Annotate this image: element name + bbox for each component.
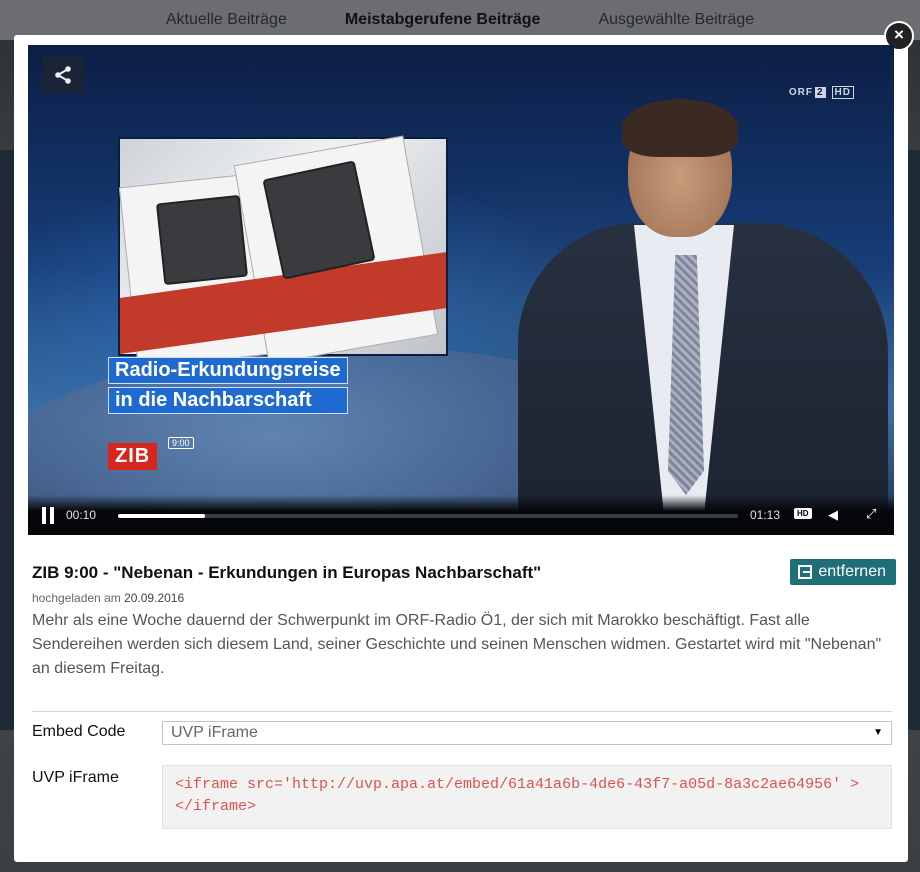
zib-logo: ZIB <box>108 443 158 470</box>
video-title: ZIB 9:00 - "Nebenan - Erkundungen in Eur… <box>32 563 542 582</box>
embed-code-label: Embed Code <box>32 723 126 740</box>
total-time: 01:13 <box>750 508 781 522</box>
hd-toggle-button[interactable]: HD <box>794 508 812 519</box>
background-nav: Aktuelle Beiträge Meistabgerufene Beiträ… <box>0 0 920 40</box>
share-icon <box>55 66 71 84</box>
lower-third-caption: Radio-Erkundungsreise in die Nachbarscha… <box>108 357 348 417</box>
embed-code-box[interactable]: <iframe src='http://uvp.apa.at/embed/61a… <box>162 765 892 829</box>
nav-item-ausgewaehlte[interactable]: Ausgewählte Beiträge <box>598 11 754 29</box>
remove-button-label: entfernen <box>818 563 886 580</box>
video-modal: × Radio-Erkundungsreise in die Nachbarsc… <box>14 21 914 862</box>
pause-button[interactable] <box>42 507 56 524</box>
remove-button[interactable]: entfernen <box>790 559 896 585</box>
divider <box>32 711 892 712</box>
background-side-right <box>906 150 920 730</box>
fullscreen-icon: ⤢ <box>866 506 877 521</box>
background-side-left <box>0 150 14 730</box>
speaker-icon: ◀ <box>828 507 838 522</box>
upload-date: hochgeladen am 20.09.2016 <box>32 591 185 605</box>
pause-icon <box>42 507 46 524</box>
nav-item-meistabgerufene[interactable]: Meistabgerufene Beiträge <box>345 11 541 29</box>
lower-third-line-1: Radio-Erkundungsreise <box>108 357 348 384</box>
volume-button[interactable]: ◀ <box>828 507 838 523</box>
news-anchor <box>478 99 894 535</box>
uvp-iframe-label: UVP iFrame <box>32 769 119 786</box>
channel-logo: ORF 2 HD <box>789 86 854 99</box>
lower-third-line-2: in die Nachbarschaft <box>108 387 348 414</box>
dropdown-arrow-icon: ▼ <box>873 727 883 738</box>
zib-time-badge: 9:00 <box>168 437 194 449</box>
current-time: 00:10 <box>66 508 97 522</box>
seek-bar-progress <box>118 514 205 518</box>
remove-icon <box>798 565 813 579</box>
player-controls: 00:10 01:13 HD ◀ ⤢ <box>28 495 894 535</box>
embed-type-select[interactable]: UVP iFrame ▼ <box>162 721 892 745</box>
video-player[interactable]: Radio-Erkundungsreise in die Nachbarscha… <box>28 45 894 535</box>
video-inset-image <box>118 135 448 369</box>
fullscreen-button[interactable]: ⤢ <box>866 506 876 522</box>
nav-item-aktuelle[interactable]: Aktuelle Beiträge <box>166 11 287 29</box>
share-button[interactable] <box>42 57 84 93</box>
seek-bar[interactable] <box>118 514 738 518</box>
video-description: Mehr als eine Woche dauernd der Schwerpu… <box>32 612 882 677</box>
